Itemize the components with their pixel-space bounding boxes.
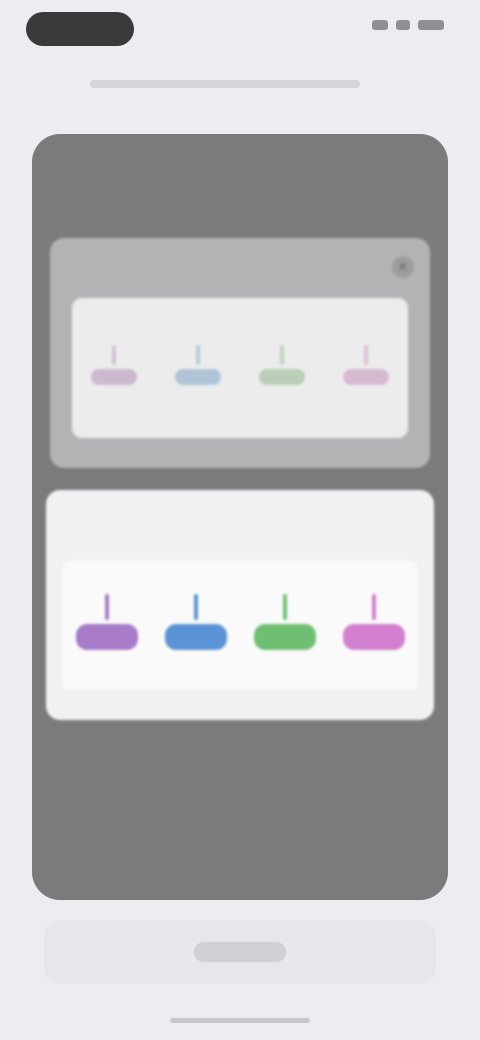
top-caption-placeholder — [90, 80, 360, 88]
back-swatch-color — [343, 369, 389, 385]
signal-icon — [372, 20, 388, 30]
front-swatch-row — [62, 560, 418, 690]
front-swatch[interactable] — [161, 585, 231, 665]
front-swatch[interactable] — [339, 585, 409, 665]
dynamic-island — [26, 12, 134, 46]
modal-sheet: ✕ — [32, 134, 448, 900]
back-card[interactable]: ✕ — [50, 238, 430, 468]
front-swatch[interactable] — [72, 585, 142, 665]
close-icon[interactable]: ✕ — [392, 256, 414, 278]
front-swatch-color — [75, 624, 138, 650]
wifi-icon — [396, 20, 410, 30]
bottom-action-bar — [44, 920, 436, 984]
front-card[interactable] — [46, 490, 434, 720]
back-swatch[interactable] — [247, 328, 317, 408]
back-swatch-stem — [364, 345, 368, 365]
app-screen: ✕ — [0, 0, 480, 1040]
back-swatch-color — [175, 369, 221, 385]
back-swatch[interactable] — [163, 328, 233, 408]
status-icons — [372, 20, 444, 30]
front-swatch[interactable] — [250, 585, 320, 665]
front-swatch-stem — [104, 594, 109, 620]
front-card-swatch-panel — [62, 560, 418, 690]
front-swatch-color — [342, 624, 405, 650]
front-swatch-color — [164, 624, 227, 650]
bottom-action-button[interactable] — [194, 942, 286, 962]
home-indicator[interactable] — [170, 1018, 310, 1023]
back-swatch-row — [72, 298, 408, 438]
front-swatch-stem — [282, 594, 287, 620]
front-swatch-stem — [193, 594, 198, 620]
back-swatch[interactable] — [79, 328, 149, 408]
front-swatch-stem — [371, 594, 376, 620]
back-swatch-color — [259, 369, 305, 385]
battery-icon — [418, 20, 444, 30]
back-swatch[interactable] — [331, 328, 401, 408]
back-swatch-color — [91, 369, 137, 385]
back-swatch-stem — [196, 345, 200, 365]
back-swatch-stem — [280, 345, 284, 365]
back-swatch-stem — [112, 345, 116, 365]
back-card-swatch-panel — [72, 298, 408, 438]
front-swatch-color — [253, 624, 316, 650]
